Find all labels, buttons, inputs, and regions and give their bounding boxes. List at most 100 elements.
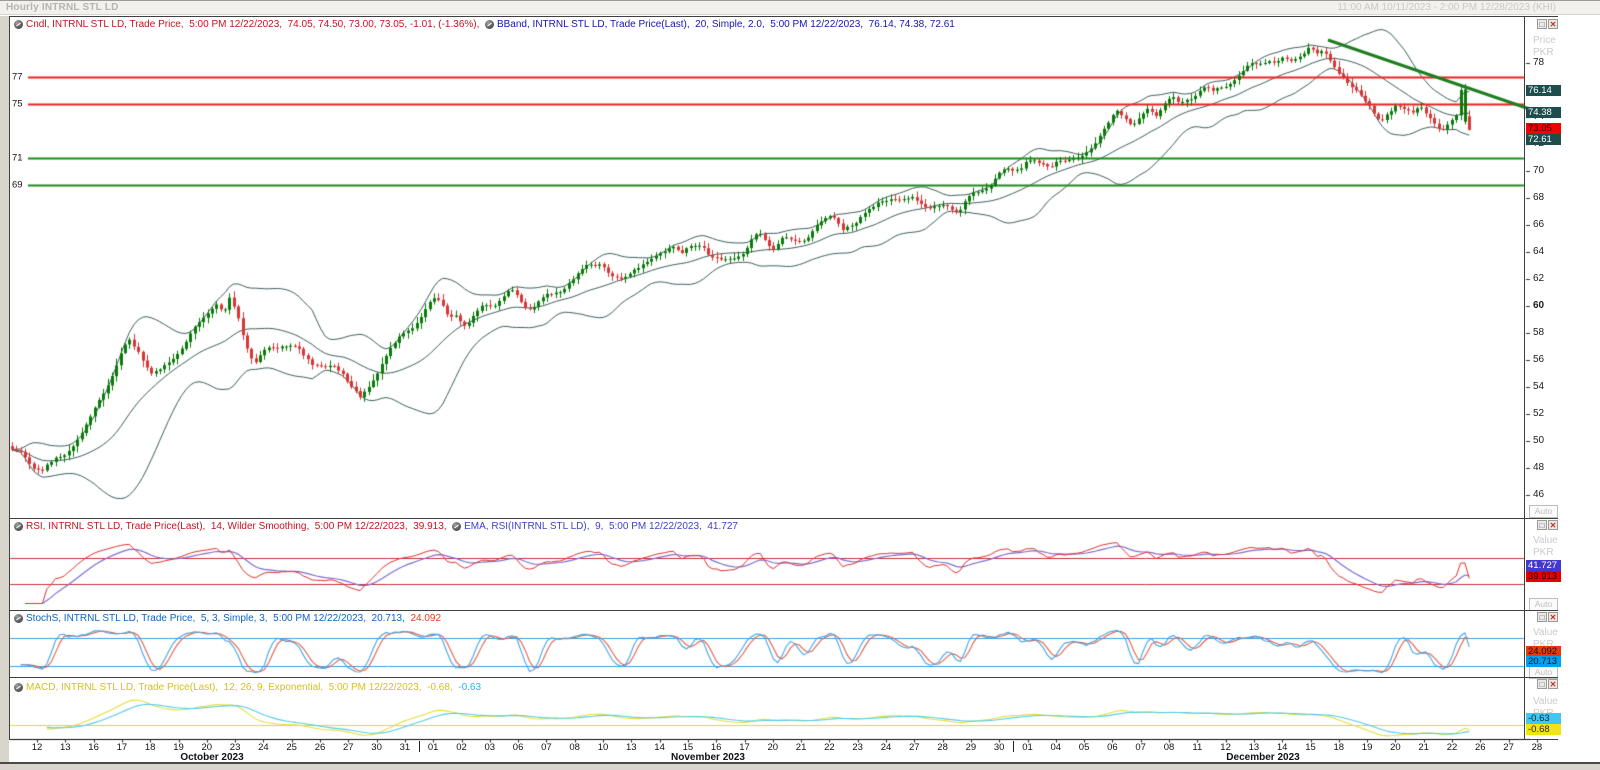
date-label: 11 xyxy=(1192,742,1202,753)
macd-axis-unit: Value xyxy=(1533,696,1558,707)
time-range-label: 11:00 AM 10/11/2023 - 2:00 PM 12/28/2023… xyxy=(1337,2,1556,13)
date-label: 02 xyxy=(456,742,467,753)
rsi-axis-currency: PKR xyxy=(1533,547,1554,558)
price-axis-unit: Price xyxy=(1533,35,1556,46)
series-collapse-icon[interactable] xyxy=(14,683,23,692)
date-label: 06 xyxy=(513,742,524,753)
date-label: 08 xyxy=(1164,742,1175,753)
restore-icon[interactable]: □ xyxy=(1537,612,1547,622)
plot-right-border xyxy=(1524,16,1525,740)
date-label: 16 xyxy=(88,742,99,753)
series-collapse-icon[interactable] xyxy=(485,20,494,29)
date-label: 18 xyxy=(1334,742,1345,753)
price-axis-tick-label: 52 xyxy=(1533,408,1544,419)
date-label: 13 xyxy=(60,742,71,753)
rsi-badge: 41.727 xyxy=(1526,560,1561,571)
price-axis-tick-label: 64 xyxy=(1533,246,1544,257)
legend-text: Cndl, INTRNL STL LD, Trade Price, 5:00 P… xyxy=(26,19,485,30)
date-label: 29 xyxy=(966,742,977,753)
date-label: 12 xyxy=(32,742,43,753)
price-axis-tick-label: 78 xyxy=(1533,57,1544,68)
restore-icon[interactable]: □ xyxy=(1537,520,1547,530)
date-label: 24 xyxy=(258,742,269,753)
legend-rsi: RSI, INTRNL STL LD, Trade Price(Last), 1… xyxy=(14,521,738,532)
panel-divider xyxy=(9,677,1558,678)
date-label: 08 xyxy=(569,742,580,753)
stoch-badge: 20.713 xyxy=(1526,656,1561,667)
date-label: 31 xyxy=(400,742,411,753)
restore-icon[interactable]: □ xyxy=(1537,19,1547,29)
close-icon[interactable]: ✕ xyxy=(1548,612,1558,622)
price-axis-tick-label: 68 xyxy=(1533,192,1544,203)
date-label: 27 xyxy=(909,742,920,753)
date-label: 28 xyxy=(1532,742,1543,753)
left-window-edge xyxy=(0,16,9,764)
legend-text: 24.092 xyxy=(410,613,441,624)
window-title: Hourly INTRNL STL LD xyxy=(6,2,119,13)
legend-stoch: StochS, INTRNL STL LD, Trade Price, 5, 3… xyxy=(14,613,441,624)
series-collapse-icon[interactable] xyxy=(14,20,23,29)
level-label: 71 xyxy=(11,152,24,163)
price-axis-tick-label: 56 xyxy=(1533,354,1544,365)
level-label: 69 xyxy=(11,179,24,190)
legend-text: MACD, INTRNL STL LD, Trade Price(Last), … xyxy=(26,682,458,693)
date-label: 21 xyxy=(796,742,807,753)
date-label: 13 xyxy=(626,742,637,753)
series-collapse-icon[interactable] xyxy=(14,614,23,623)
price-axis-tick-label: 46 xyxy=(1533,489,1544,500)
price-axis-tick-label: 60 xyxy=(1533,300,1544,311)
legend-text: StochS, INTRNL STL LD, Trade Price, 5, 3… xyxy=(26,613,410,624)
date-label: 20 xyxy=(768,742,779,753)
date-label: 17 xyxy=(117,742,128,753)
date-label: 22 xyxy=(824,742,835,753)
date-label: 01 xyxy=(1022,742,1033,753)
date-label: 30 xyxy=(371,742,382,753)
price-axis-tick-label: 54 xyxy=(1533,381,1544,392)
date-label: 04 xyxy=(1051,742,1062,753)
date-label: 28 xyxy=(937,742,948,753)
month-separator xyxy=(1013,741,1014,752)
close-icon[interactable]: ✕ xyxy=(1548,19,1558,29)
bottom-window-edge xyxy=(0,764,1600,770)
date-label: 06 xyxy=(1107,742,1118,753)
panel-divider xyxy=(9,518,1558,519)
date-label: 05 xyxy=(1079,742,1090,753)
date-label: 27 xyxy=(343,742,354,753)
chart-canvas[interactable] xyxy=(0,0,1600,770)
legend-text: EMA, RSI(INTRNL STL LD), 9, 5:00 PM 12/2… xyxy=(464,521,738,532)
close-icon[interactable]: ✕ xyxy=(1548,679,1558,689)
panel-divider xyxy=(9,16,1558,17)
date-label: 23 xyxy=(852,742,863,753)
close-icon[interactable]: ✕ xyxy=(1548,520,1558,530)
auto-scale-button[interactable]: Auto xyxy=(1529,505,1558,518)
legend-text: RSI, INTRNL STL LD, Trade Price(Last), 1… xyxy=(26,521,452,532)
chart-window: Hourly INTRNL STL LD 11:00 AM 10/11/2023… xyxy=(0,0,1600,770)
date-label: 21 xyxy=(1418,742,1429,753)
price-badge: 72.61 xyxy=(1526,134,1561,145)
date-label: 03 xyxy=(485,742,496,753)
date-label: 18 xyxy=(145,742,156,753)
plot-left-border xyxy=(9,16,10,740)
date-label: 15 xyxy=(1305,742,1316,753)
date-label: 25 xyxy=(286,742,297,753)
price-axis-tick-label: 62 xyxy=(1533,273,1544,284)
price-badge: 74.38 xyxy=(1526,107,1561,118)
date-label: 01 xyxy=(428,742,439,753)
rsi-badge: 39.913 xyxy=(1526,571,1561,582)
rsi-axis-unit: Value xyxy=(1533,535,1558,546)
date-label: 27 xyxy=(1503,742,1514,753)
level-label: 77 xyxy=(11,71,24,82)
restore-icon[interactable]: □ xyxy=(1537,679,1547,689)
date-label: 07 xyxy=(1135,742,1146,753)
series-collapse-icon[interactable] xyxy=(14,522,23,531)
date-label: 26 xyxy=(1475,742,1486,753)
date-label: 10 xyxy=(598,742,609,753)
macd-badge: -0.68 xyxy=(1526,724,1561,735)
window-bottom-border xyxy=(0,762,1600,764)
price-axis-tick-label: 58 xyxy=(1533,327,1544,338)
legend-macd: MACD, INTRNL STL LD, Trade Price(Last), … xyxy=(14,682,481,693)
series-collapse-icon[interactable] xyxy=(452,522,461,531)
price-axis-tick-label: 66 xyxy=(1533,219,1544,230)
date-label: 14 xyxy=(654,742,665,753)
month-separator xyxy=(419,741,420,752)
